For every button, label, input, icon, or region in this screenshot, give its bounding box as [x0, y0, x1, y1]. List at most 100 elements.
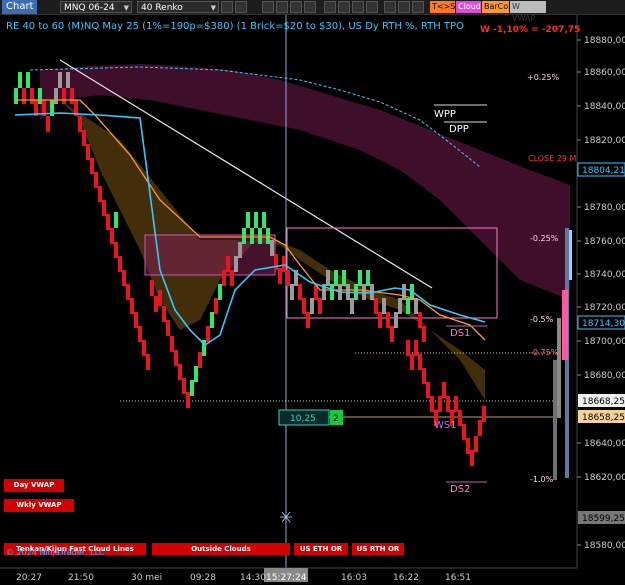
arrow-right-button[interactable] — [235, 1, 247, 13]
tool-button[interactable] — [398, 1, 410, 13]
renko-brick — [310, 298, 314, 314]
tool-button[interactable] — [324, 1, 336, 13]
renko-brick — [406, 298, 410, 314]
renko-brick — [26, 72, 30, 88]
price-tick-label: 18680,00 — [584, 371, 625, 381]
time-axis-label: 30 mei — [131, 573, 162, 583]
range-box-left[interactable] — [144, 234, 276, 276]
renko-brick — [158, 290, 162, 306]
renko-brick — [58, 72, 62, 88]
renko-brick — [422, 368, 426, 384]
renko-brick — [234, 256, 238, 272]
price-tick-label: 18640,00 — [584, 439, 625, 449]
us-rth-or-button[interactable]: US RTH OR — [352, 543, 404, 555]
renko-brick — [462, 424, 466, 440]
close-label: CLOSE 29 M — [528, 154, 576, 163]
tool-button[interactable] — [338, 1, 350, 13]
day-vwap-label: Day VWAP — [13, 481, 55, 489]
renko-brick — [86, 144, 90, 160]
cloud-toggle-button[interactable]: Cloud — [456, 1, 481, 13]
renko-brick — [206, 326, 210, 342]
day-vwap-button[interactable]: Day VWAP — [4, 479, 64, 492]
renko-brick — [358, 270, 362, 286]
pct-label-minus075: -0.75% — [530, 348, 559, 357]
chevron-down-icon: ▼ — [123, 4, 129, 12]
renko-brick — [350, 298, 354, 314]
renko-brick — [154, 296, 158, 312]
renko-brick — [290, 284, 294, 300]
renko-brick — [258, 228, 262, 244]
tool-button[interactable] — [290, 1, 302, 13]
renko-brick — [302, 298, 306, 314]
tool-button[interactable] — [352, 1, 364, 13]
renko-brick — [306, 312, 310, 328]
instrument-label: MNQ 06-24 — [64, 3, 115, 13]
renko-brick — [378, 312, 382, 328]
bar-type-selector[interactable]: 40 Renko ▼ — [137, 1, 219, 13]
price-tick-label: 18880,00 — [584, 36, 625, 46]
dpp-label: DPP — [449, 124, 469, 135]
renko-brick — [222, 270, 226, 286]
renko-brick — [166, 320, 170, 336]
price-tick-label: 18700,00 — [584, 337, 625, 347]
time-axis-label: 16:03 — [341, 573, 367, 583]
price-marker-label: 18658,25 — [582, 413, 625, 423]
renko-brick — [182, 378, 186, 394]
renko-brick — [470, 450, 474, 466]
renko-brick — [394, 312, 398, 328]
renko-brick — [282, 256, 286, 272]
renko-brick — [18, 72, 22, 88]
price-marker-label: 18668,25 — [582, 397, 625, 407]
time-axis[interactable]: 20:27 21:50 30 mei 09:28 14:30 15:27:24 16:03 1… — [0, 567, 577, 583]
pct-label-minus05: -0.5% — [530, 315, 554, 324]
renko-brick — [30, 88, 34, 104]
instrument-selector[interactable]: MNQ 06-24 ▼ — [60, 1, 132, 13]
renko-brick — [382, 298, 386, 314]
price-tick-label: 18620,00 — [584, 473, 625, 483]
barcol-toggle-button[interactable]: BarCol — [482, 1, 510, 13]
tool-button[interactable] — [304, 1, 316, 13]
tool-button[interactable] — [262, 1, 274, 13]
price-chart[interactable]: 18880,00 18860,00 18840,00 18820,00 18780,00… — [0, 15, 625, 585]
time-axis-label: 20:27 — [16, 573, 42, 583]
tool-button[interactable] — [412, 1, 424, 13]
renko-brick — [278, 268, 282, 284]
tool-button[interactable] — [384, 1, 396, 13]
renko-brick — [274, 254, 278, 270]
renko-brick — [118, 256, 122, 272]
renko-brick — [114, 242, 118, 258]
price-axis[interactable]: 18880,00 18860,00 18840,00 18820,00 18780,00… — [576, 15, 625, 568]
outside-clouds-button[interactable]: Outside Clouds — [152, 543, 290, 555]
chart-area[interactable]: 18880,00 18860,00 18840,00 18820,00 18780,00… — [0, 15, 625, 585]
us-eth-or-button[interactable]: US ETH OR — [294, 543, 348, 555]
renko-brick — [414, 340, 418, 356]
tool-button[interactable] — [366, 1, 378, 13]
time-axis-label: 15:27:24 — [266, 573, 307, 583]
tsn-toggle-button[interactable]: T<>S — [430, 1, 455, 13]
outside-clouds-label: Outside Clouds — [191, 545, 251, 553]
renko-brick — [402, 284, 406, 300]
renko-brick — [198, 352, 202, 368]
renko-brick — [70, 88, 74, 104]
renko-brick — [418, 312, 422, 328]
profile-bar — [557, 318, 561, 418]
wvwap-toggle-button[interactable]: W VWAP — [510, 1, 546, 23]
arrow-left-button[interactable] — [221, 1, 233, 13]
renko-brick — [46, 116, 50, 132]
renko-brick — [190, 380, 194, 396]
renko-brick — [94, 172, 98, 188]
renko-brick — [410, 354, 414, 370]
chevron-down-icon: ▼ — [210, 4, 216, 12]
renko-brick — [438, 396, 442, 412]
renko-brick — [14, 88, 18, 104]
renko-brick — [186, 392, 190, 408]
wkly-vwap-button[interactable]: Wkly VWAP — [4, 499, 74, 512]
bar-type-label: 40 Renko — [141, 3, 183, 13]
renko-brick — [22, 88, 26, 104]
renko-brick — [426, 382, 430, 398]
price-tick-label: 18780,00 — [584, 203, 625, 213]
tool-button[interactable] — [276, 1, 288, 13]
renko-brick — [478, 420, 482, 436]
renko-brick — [318, 298, 322, 314]
renko-brick — [106, 214, 110, 230]
